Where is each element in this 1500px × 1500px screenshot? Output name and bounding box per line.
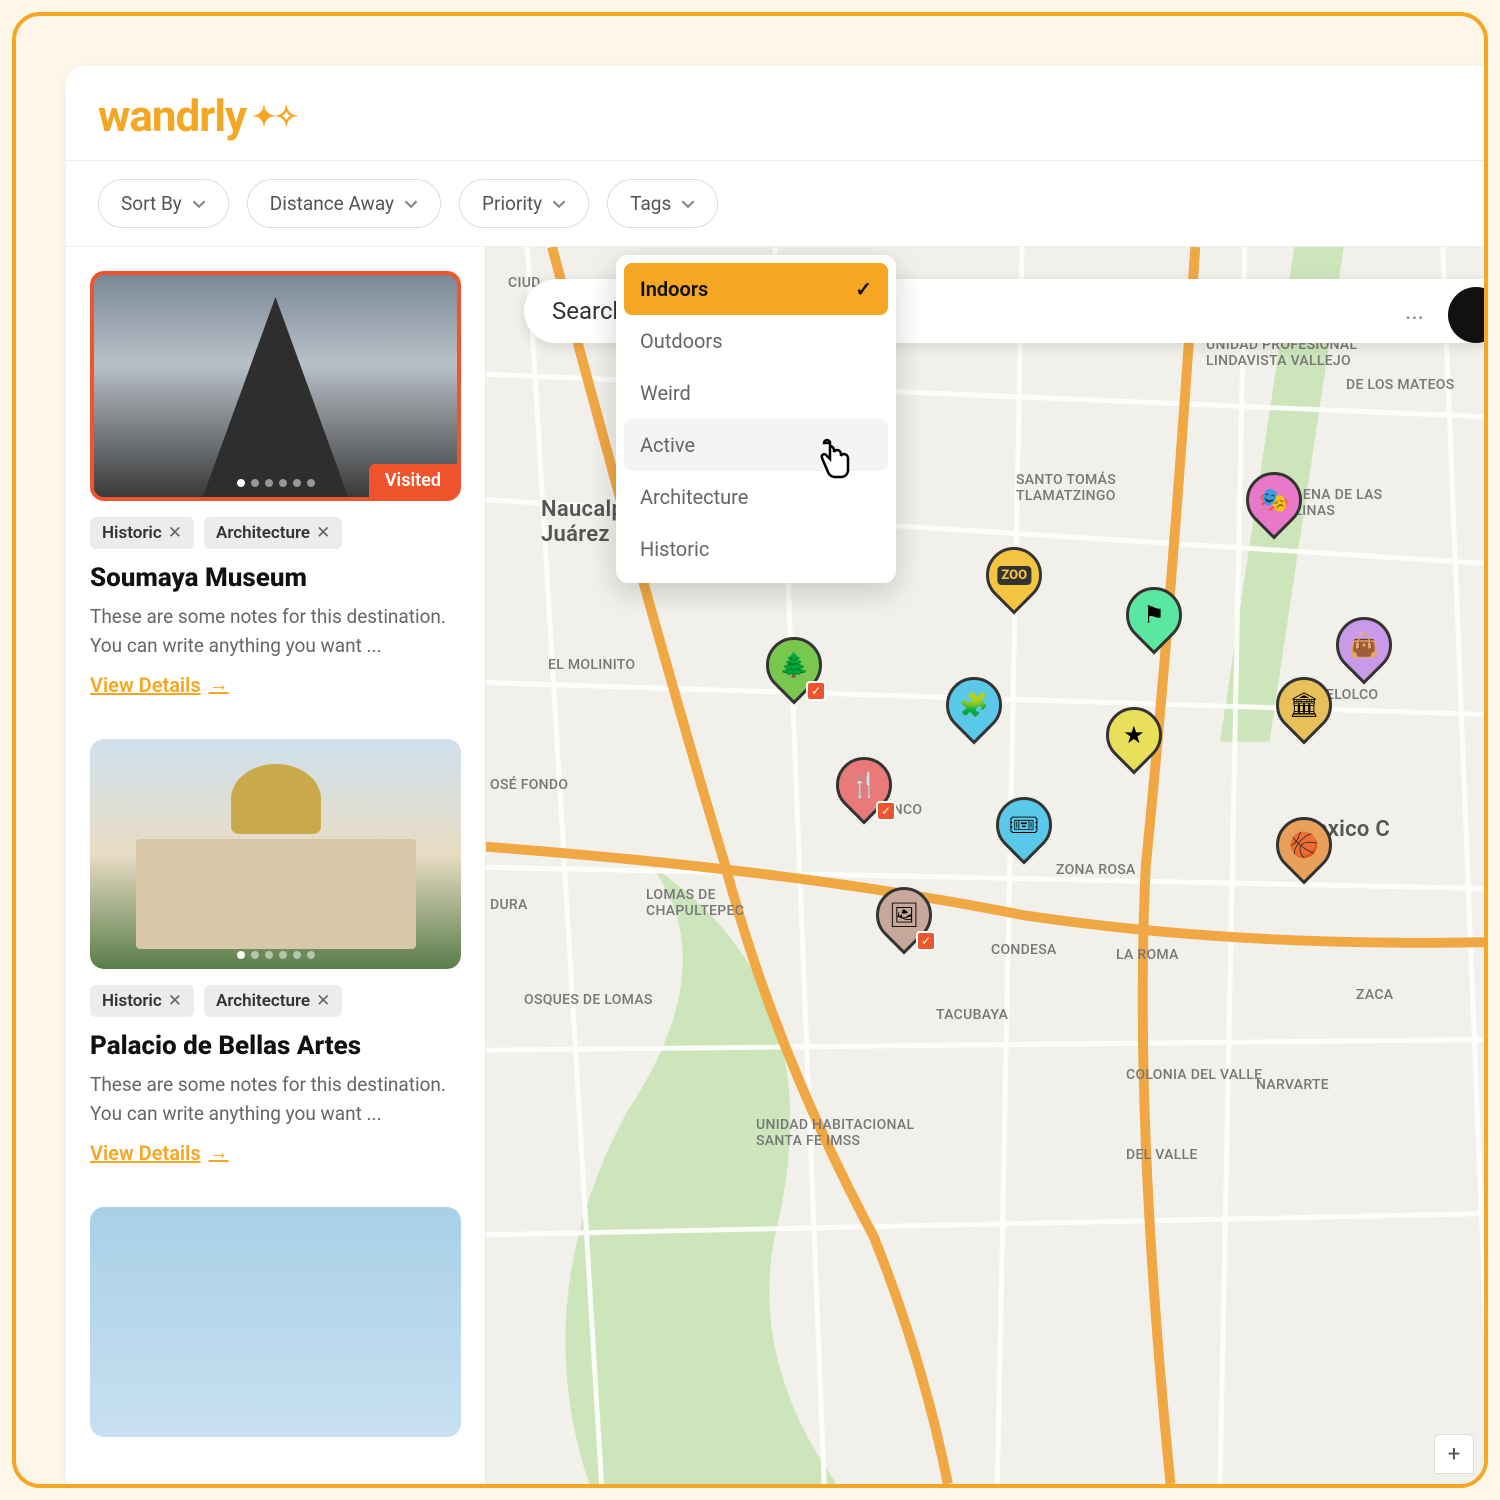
arrow-right-icon: → (209, 1140, 229, 1165)
tag-chip[interactable]: Architecture✕ (204, 985, 342, 1017)
map-pin-tree[interactable]: 🌲✓ (766, 637, 822, 705)
flag-icon: ⚑ (1143, 601, 1165, 629)
map-pin-theater-mask[interactable]: 🎭 (1246, 472, 1302, 540)
map-pin-food[interactable]: 🍴✓ (836, 757, 892, 825)
card-notes: These are some notes for this destinatio… (90, 1071, 461, 1128)
destination-card: Visited Historic✕ Architecture✕ Soumaya … (90, 271, 461, 697)
header: wandrly ✦✧ (66, 66, 1484, 161)
tag-chip[interactable]: Historic✕ (90, 517, 194, 549)
remove-tag-icon[interactable]: ✕ (316, 991, 330, 1011)
card-tags: Historic✕ Architecture✕ (90, 985, 461, 1017)
card-notes: These are some notes for this destinatio… (90, 603, 461, 660)
map-pin-easel[interactable]: 🖼✓ (876, 887, 932, 955)
map[interactable]: CiudNaucalpan de Juárez MunicipUNIDAD PR… (486, 247, 1484, 1484)
dropdown-item-weird[interactable]: Weird (624, 367, 888, 419)
remove-tag-icon[interactable]: ✕ (316, 523, 330, 543)
app-frame: wandrly ✦✧ Sort By Distance Away Priorit… (12, 12, 1488, 1488)
map-pin-star[interactable]: ★ (1106, 707, 1162, 775)
dropdown-item-outdoors[interactable]: Outdoors (624, 315, 888, 367)
zoom-in-button[interactable]: + (1434, 1434, 1474, 1474)
dropdown-item-indoors[interactable]: Indoors ✓ (624, 263, 888, 315)
zoo-icon: ZOO (997, 566, 1031, 585)
card-title: Palacio de Bellas Artes (90, 1031, 461, 1061)
chevron-down-icon (192, 197, 206, 211)
filter-sort-by[interactable]: Sort By (98, 179, 229, 228)
carousel-dots[interactable] (237, 479, 315, 487)
card-tags: Historic✕ Architecture✕ (90, 517, 461, 549)
brand-logo[interactable]: wandrly ✦✧ (98, 90, 1452, 142)
content-area: Visited Historic✕ Architecture✕ Soumaya … (66, 247, 1484, 1484)
card-image[interactable] (90, 1207, 461, 1437)
shopping-bag-icon: 👜 (1349, 631, 1379, 659)
map-pin-museum[interactable]: 🏛 (1276, 677, 1332, 745)
filter-tags[interactable]: Tags (607, 179, 718, 228)
app-window: wandrly ✦✧ Sort By Distance Away Priorit… (66, 66, 1484, 1484)
map-pin-basketball[interactable]: 🏀 (1276, 817, 1332, 885)
destination-card: Historic✕ Architecture✕ Palacio de Bella… (90, 739, 461, 1165)
check-icon: ✓ (855, 277, 872, 301)
carousel-dots[interactable] (237, 951, 315, 959)
brand-name: wandrly (98, 90, 246, 142)
basketball-icon: 🏀 (1289, 831, 1319, 859)
star-icon: ★ (1123, 721, 1145, 749)
visited-check-icon: ✓ (806, 681, 826, 701)
tags-dropdown: Indoors ✓ Outdoors Weird Active Architec… (616, 255, 896, 583)
sparkle-icon: ✦✧ (252, 100, 297, 133)
chevron-down-icon (552, 197, 566, 211)
filter-priority[interactable]: Priority (459, 179, 589, 228)
visited-check-icon: ✓ (876, 801, 896, 821)
museum-icon: 🏛 (1289, 691, 1319, 719)
tag-chip[interactable]: Architecture✕ (204, 517, 342, 549)
theater-mask-icon: 🎭 (1259, 486, 1289, 514)
map-pin-puzzle[interactable]: 🧩 (946, 677, 1002, 745)
dropdown-item-active[interactable]: Active (624, 419, 888, 471)
chevron-down-icon (404, 197, 418, 211)
dropdown-item-architecture[interactable]: Architecture (624, 471, 888, 523)
map-pin-flag[interactable]: ⚑ (1126, 587, 1182, 655)
chevron-down-icon (681, 197, 695, 211)
easel-icon: 🖼 (889, 901, 919, 929)
tag-chip[interactable]: Historic✕ (90, 985, 194, 1017)
food-icon: 🍴 (849, 771, 879, 799)
visited-check-icon: ✓ (916, 931, 936, 951)
filter-distance[interactable]: Distance Away (247, 179, 441, 228)
card-title: Soumaya Museum (90, 563, 461, 593)
filter-bar: Sort By Distance Away Priority Tags (66, 161, 1484, 247)
card-image[interactable] (90, 739, 461, 969)
view-details-link[interactable]: View Details → (90, 672, 229, 697)
card-image[interactable]: Visited (90, 271, 461, 501)
destination-list[interactable]: Visited Historic✕ Architecture✕ Soumaya … (66, 247, 486, 1484)
visited-badge: Visited (369, 464, 457, 497)
map-pin-zoo[interactable]: ZOO (986, 547, 1042, 615)
remove-tag-icon[interactable]: ✕ (168, 523, 182, 543)
view-details-link[interactable]: View Details → (90, 1140, 229, 1165)
tree-icon: 🌲 (779, 651, 809, 679)
remove-tag-icon[interactable]: ✕ (168, 991, 182, 1011)
dropdown-item-historic[interactable]: Historic (624, 523, 888, 575)
ticket-icon: 🎟 (1009, 811, 1039, 839)
puzzle-icon: 🧩 (959, 691, 989, 719)
destination-card (90, 1207, 461, 1437)
map-pin-shopping-bag[interactable]: 👜 (1336, 617, 1392, 685)
arrow-right-icon: → (209, 672, 229, 697)
map-pin-ticket[interactable]: 🎟 (996, 797, 1052, 865)
